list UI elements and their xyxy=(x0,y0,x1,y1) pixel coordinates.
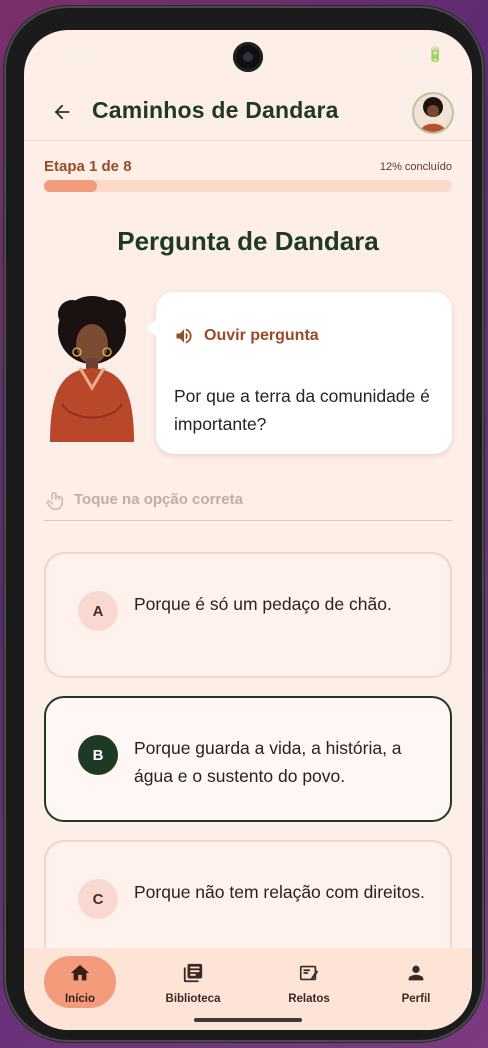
speaker-icon xyxy=(176,328,192,344)
dandara-avatar-icon xyxy=(414,94,452,132)
back-button[interactable] xyxy=(48,98,76,126)
option-letter: B xyxy=(78,735,118,775)
nav-item-perfil[interactable]: Perfil xyxy=(371,958,461,1008)
nav-item-relatos[interactable]: Relatos xyxy=(264,958,354,1008)
option-text: Porque guarda a vida, a história, a água… xyxy=(134,738,402,786)
status-icons: ◆ ◢ 🔋 xyxy=(397,46,444,62)
page-title: Caminhos de Dandara xyxy=(92,97,339,123)
option-text: Porque é só um pedaço de chão. xyxy=(134,594,392,614)
nav-item-biblioteca[interactable]: Biblioteca xyxy=(148,958,238,1008)
status-time: 9:30 ☁ xyxy=(52,46,98,62)
app-screen: 9:30 ☁ ◆ ◢ 🔋 Caminhos de Dandara Etapa 1… xyxy=(24,30,472,1030)
progress-bar xyxy=(44,180,452,192)
listen-label: Ouvir pergunta xyxy=(204,327,319,344)
option-letter: C xyxy=(78,879,118,919)
home-icon xyxy=(70,964,90,981)
library-icon xyxy=(183,963,203,983)
nav-label: Relatos xyxy=(288,993,330,1005)
nav-label: Início xyxy=(64,993,96,1005)
app-bar: Caminhos de Dandara xyxy=(24,84,472,141)
progress-fill xyxy=(44,180,98,192)
arrow-left-icon xyxy=(54,104,70,120)
avatar[interactable] xyxy=(412,92,454,134)
option-text: Porque não tem relação com direitos. xyxy=(134,882,425,902)
tap-hand-icon xyxy=(46,491,63,510)
option-letter: A xyxy=(78,591,118,631)
hint-row: Toque na opção correta xyxy=(44,488,452,521)
option-a[interactable]: A Porque é só um pedaço de chão. xyxy=(44,552,452,678)
stories-icon xyxy=(299,965,319,981)
progress-percent: 12% concluído xyxy=(379,161,452,173)
dandara-illustration xyxy=(50,296,134,442)
question-text: Por que a terra da comunidade é importan… xyxy=(174,386,430,434)
question-bubble: Ouvir pergunta Por que a terra da comuni… xyxy=(146,292,452,454)
nav-item-inicio[interactable]: Início xyxy=(35,956,125,1008)
nav-label: Perfil xyxy=(401,993,431,1005)
front-camera xyxy=(233,42,263,72)
question-title: Pergunta de Dandara xyxy=(117,226,379,256)
hint-label: Toque na opção correta xyxy=(74,491,243,508)
home-indicator[interactable] xyxy=(194,1018,302,1022)
person-icon xyxy=(408,965,424,981)
listen-question-button[interactable]: Ouvir pergunta xyxy=(174,326,319,346)
option-b[interactable]: B Porque guarda a vida, a história, a ág… xyxy=(44,696,452,822)
nav-label: Biblioteca xyxy=(165,993,221,1005)
progress-step-label: Etapa 1 de 8 xyxy=(44,158,132,175)
phone-frame: 9:30 ☁ ◆ ◢ 🔋 Caminhos de Dandara Etapa 1… xyxy=(4,6,484,1042)
